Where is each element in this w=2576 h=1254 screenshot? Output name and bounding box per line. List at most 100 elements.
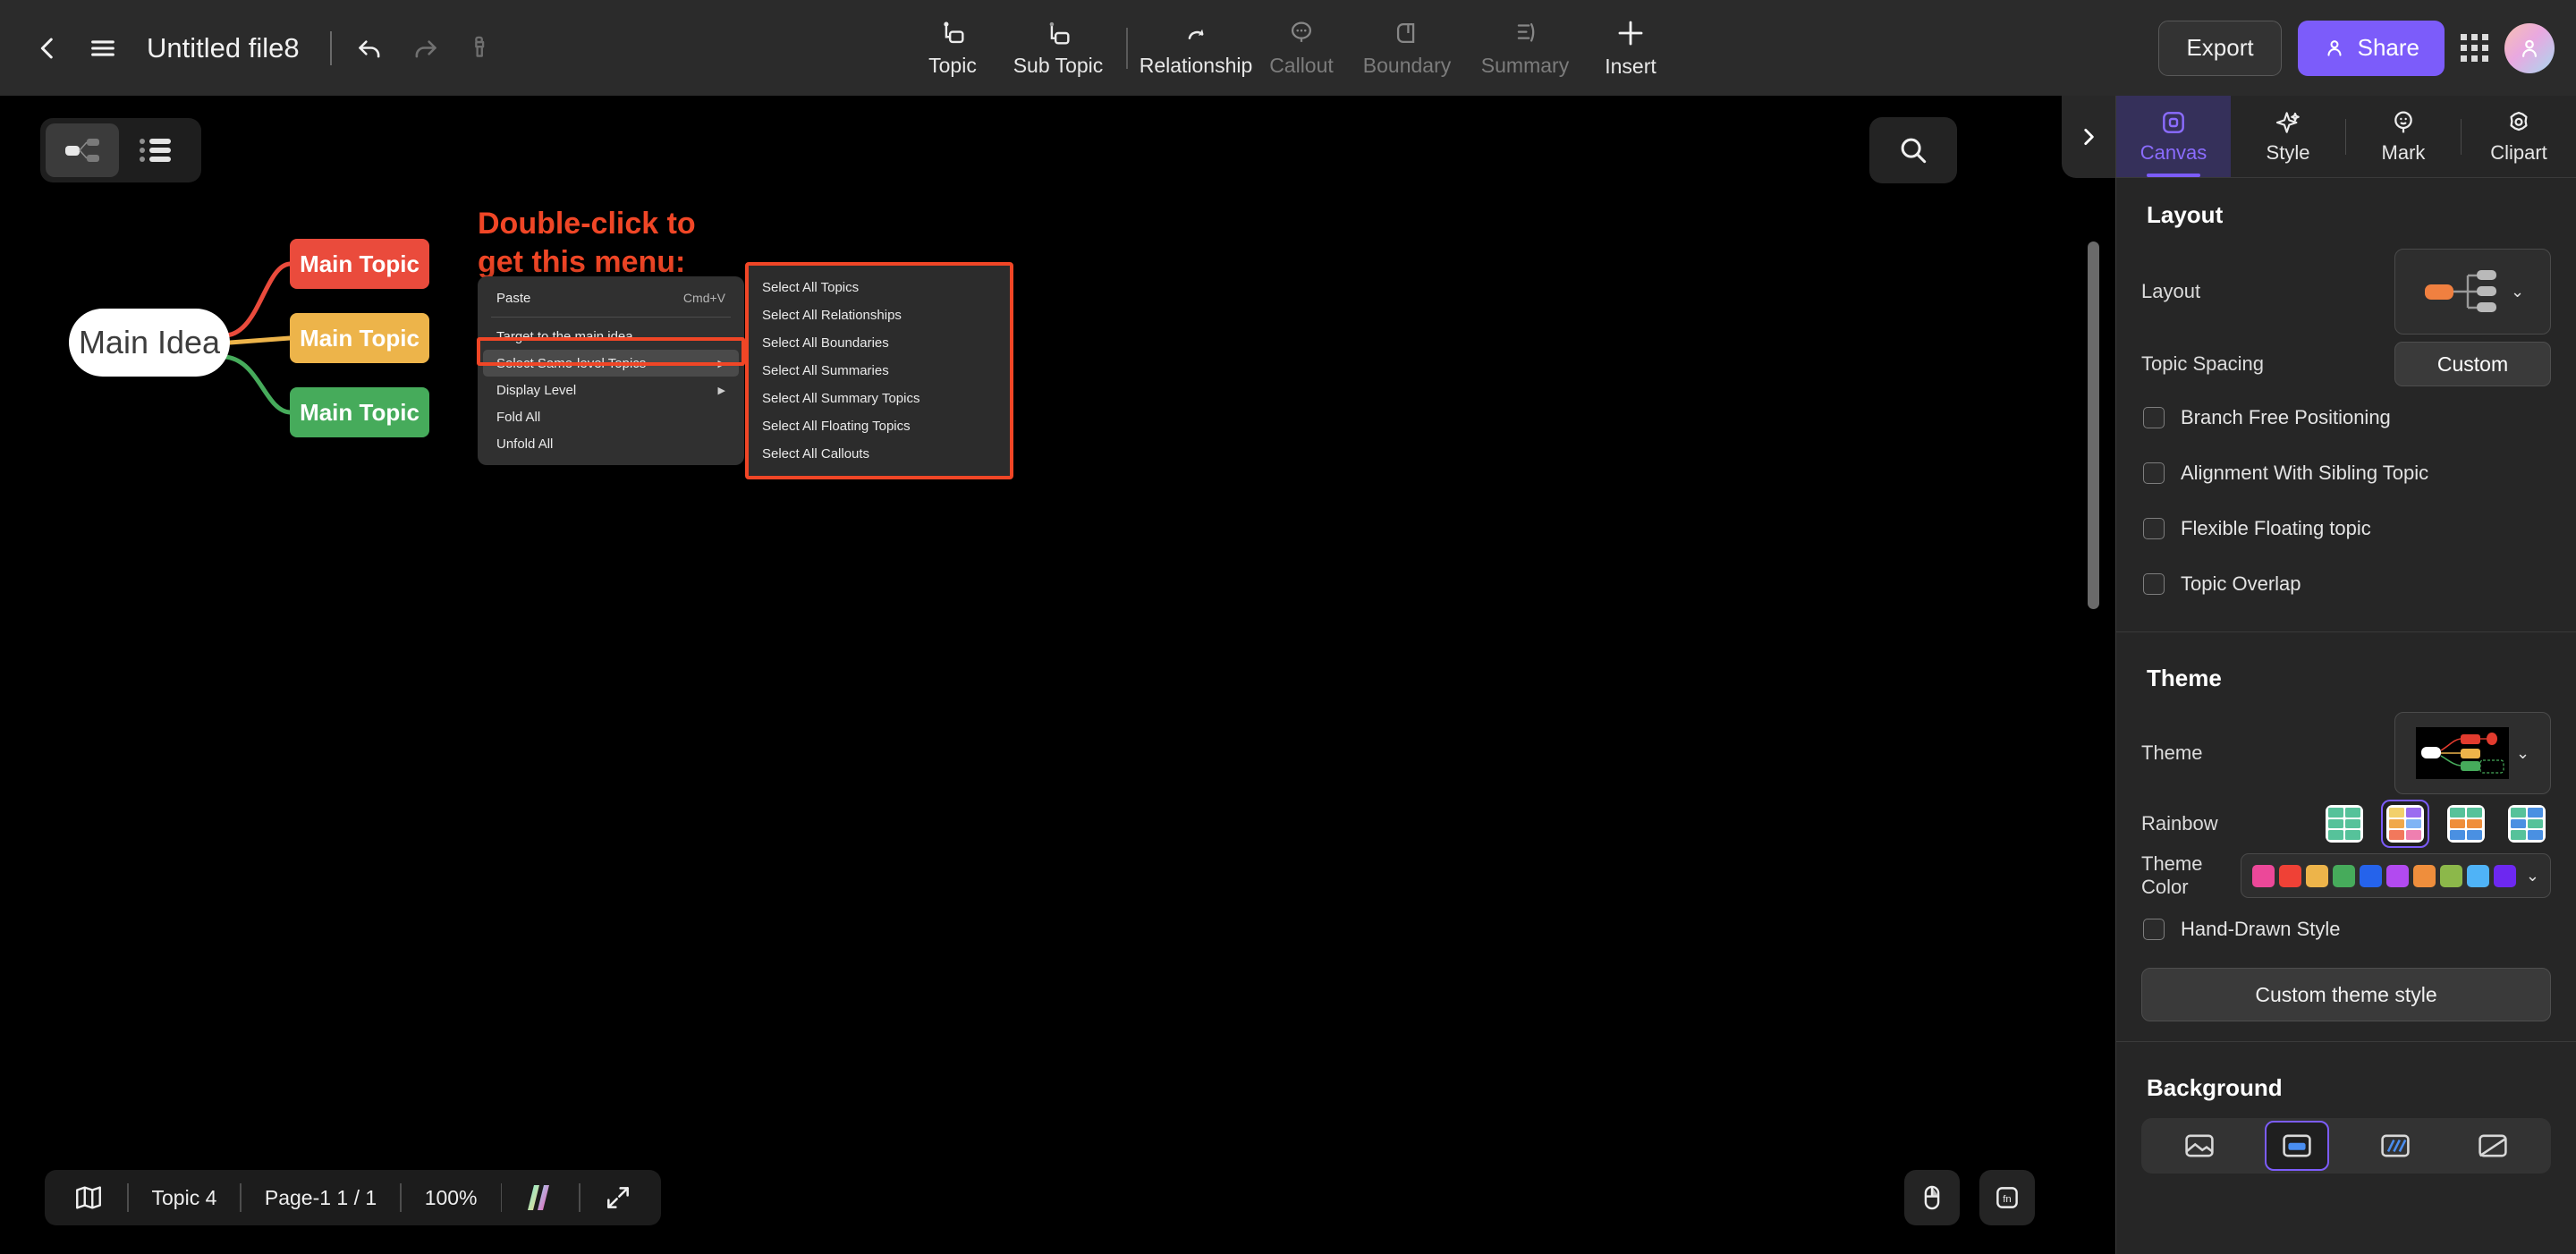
- theme-color-swatch[interactable]: [2305, 864, 2328, 887]
- theme-color-swatch[interactable]: [2385, 864, 2409, 887]
- tool-relationship-label: Relationship: [1139, 54, 1253, 77]
- chevron-down-icon: ⌄: [2510, 282, 2525, 301]
- menu-button[interactable]: [75, 21, 131, 76]
- mindmap-topic-node[interactable]: Main Topic: [290, 239, 429, 289]
- tab-style[interactable]: Style: [2231, 96, 2345, 177]
- menu-item-label: Unfold All: [496, 436, 554, 452]
- annotation-line-2: get this menu:: [478, 244, 686, 279]
- map-overview-icon: [76, 1186, 101, 1209]
- theme-color-swatch[interactable]: [2251, 864, 2275, 887]
- checkbox-hand-drawn-style[interactable]: Hand-Drawn Style: [2141, 902, 2551, 957]
- redo-button[interactable]: [398, 21, 453, 76]
- rainbow-option-2[interactable]: [2442, 800, 2490, 848]
- tool-sub-topic[interactable]: Sub Topic: [999, 0, 1117, 96]
- fullscreen-button[interactable]: [580, 1170, 656, 1225]
- tool-insert-label: Insert: [1605, 55, 1657, 78]
- tab-canvas[interactable]: Canvas: [2116, 96, 2231, 177]
- background-option-image[interactable]: [2167, 1121, 2232, 1171]
- checkbox-branch-free-positioning[interactable]: Branch Free Positioning: [2141, 390, 2551, 445]
- page-indicator[interactable]: Page-1 1 / 1: [242, 1170, 400, 1225]
- context-menu-item-select-same-level-topics[interactable]: Select Same-level Topics ▶: [483, 350, 739, 377]
- background-option-gradient[interactable]: [2461, 1121, 2525, 1171]
- submenu-item-select-all-summary-topics[interactable]: Select All Summary Topics: [749, 385, 1010, 412]
- menu-item-label: Select Same-level Topics: [496, 355, 647, 371]
- context-menu-item-unfold-all[interactable]: Unfold All: [483, 430, 739, 457]
- theme-color-swatch[interactable]: [2493, 864, 2516, 887]
- context-menu-item-display-level[interactable]: Display Level ▶: [483, 377, 739, 403]
- tool-boundary[interactable]: Boundary: [1348, 0, 1466, 96]
- theme-color-swatch[interactable]: [2466, 864, 2489, 887]
- map-overview-button[interactable]: [50, 1170, 127, 1225]
- undo-button[interactable]: [343, 21, 398, 76]
- right-panel-toggle[interactable]: [2062, 96, 2115, 178]
- chevron-left-icon: [40, 38, 53, 58]
- theme-label: Theme: [2141, 741, 2203, 764]
- search-button[interactable]: [1869, 117, 1957, 183]
- submenu-item-select-all-summaries[interactable]: Select All Summaries: [749, 357, 1010, 385]
- view-mode-mindmap[interactable]: [46, 123, 119, 177]
- tool-callout-label: Callout: [1269, 54, 1334, 77]
- submenu-item-select-all-callouts[interactable]: Select All Callouts: [749, 440, 1010, 468]
- submenu-item-select-all-boundaries[interactable]: Select All Boundaries: [749, 329, 1010, 357]
- theme-color-swatch[interactable]: [2439, 864, 2462, 887]
- checkbox-alignment-with-sibling-topic[interactable]: Alignment With Sibling Topic: [2141, 445, 2551, 501]
- mindmap-topic-node[interactable]: Main Topic: [290, 313, 429, 363]
- submenu-item-select-all-relationships[interactable]: Select All Relationships: [749, 301, 1010, 329]
- back-button[interactable]: [20, 21, 75, 76]
- theme-selector[interactable]: ⌄: [2394, 712, 2551, 794]
- export-button[interactable]: Export: [2158, 20, 2282, 76]
- topic-count[interactable]: Topic 4: [129, 1170, 241, 1225]
- theme-color-swatch[interactable]: [2359, 864, 2382, 887]
- chevron-down-icon[interactable]: ⌄: [2526, 867, 2539, 885]
- tool-summary-label: Summary: [1480, 54, 1570, 77]
- fn-shortcuts-button[interactable]: fn: [1979, 1170, 2035, 1225]
- rainbow-option-3[interactable]: [2503, 800, 2551, 848]
- theme-color-row: Theme Color ⌄: [2141, 850, 2551, 902]
- background-option-pattern[interactable]: [2363, 1121, 2428, 1171]
- zoom-level[interactable]: 100%: [402, 1170, 501, 1225]
- context-menu-item-target-main-idea[interactable]: Target to the main idea: [483, 323, 739, 350]
- layout-selector[interactable]: ⌄: [2394, 249, 2551, 335]
- tab-clipart[interactable]: Clipart: [2462, 96, 2576, 177]
- theme-color-swatch[interactable]: [2332, 864, 2355, 887]
- rainbow-swatch: [2326, 805, 2363, 843]
- tool-callout[interactable]: Callout: [1255, 0, 1348, 96]
- mindmap-root-node[interactable]: Main Idea: [69, 309, 230, 377]
- mindmap-canvas[interactable]: Main Idea Main Topic Main Topic Main Top…: [0, 96, 2115, 1254]
- canvas-vertical-scrollbar[interactable]: [2088, 241, 2099, 609]
- theme-color-swatches[interactable]: ⌄: [2240, 853, 2551, 898]
- apps-grid-button[interactable]: [2461, 34, 2488, 62]
- brand-logo-button[interactable]: [502, 1170, 579, 1225]
- checkbox-flexible-floating-topic[interactable]: Flexible Floating topic: [2141, 501, 2551, 556]
- submenu-item-select-all-floating-topics[interactable]: Select All Floating Topics: [749, 412, 1010, 440]
- background-option-color[interactable]: [2265, 1121, 2330, 1171]
- plus-icon: [1618, 21, 1643, 46]
- tool-topic[interactable]: Topic: [906, 0, 999, 96]
- checkbox-topic-overlap[interactable]: Topic Overlap: [2141, 556, 2551, 612]
- mouse-settings-button[interactable]: [1904, 1170, 1960, 1225]
- share-button[interactable]: Share: [2297, 20, 2445, 76]
- avatar[interactable]: [2504, 22, 2555, 73]
- tool-insert[interactable]: Insert: [1584, 0, 1677, 96]
- brand-logo-icon: [528, 1185, 550, 1210]
- context-menu-item-paste[interactable]: Paste Cmd+V: [483, 284, 739, 311]
- rainbow-option-0[interactable]: [2320, 800, 2368, 848]
- chevron-down-icon: ⌄: [2515, 743, 2530, 762]
- rainbow-option-1[interactable]: [2381, 800, 2429, 848]
- format-painter-button[interactable]: [453, 21, 509, 76]
- context-menu-item-fold-all[interactable]: Fold All: [483, 403, 739, 430]
- theme-color-swatch[interactable]: [2278, 864, 2301, 887]
- panel-divider: [2116, 1041, 2576, 1042]
- submenu-item-select-all-topics[interactable]: Select All Topics: [749, 274, 1010, 301]
- document-title[interactable]: Untitled file8: [147, 32, 300, 64]
- topic-spacing-value[interactable]: Custom: [2394, 342, 2551, 386]
- mindmap-topic-node[interactable]: Main Topic: [290, 387, 429, 437]
- relationship-icon: [1188, 29, 1204, 39]
- tab-mark[interactable]: Mark: [2346, 96, 2461, 177]
- theme-color-swatch[interactable]: [2412, 864, 2436, 887]
- custom-theme-style-button[interactable]: Custom theme style: [2141, 968, 2551, 1021]
- tool-summary[interactable]: Summary: [1466, 0, 1584, 96]
- view-mode-outline[interactable]: [119, 123, 192, 177]
- mark-pin-icon: [2394, 111, 2412, 133]
- tool-relationship[interactable]: Relationship: [1137, 0, 1255, 96]
